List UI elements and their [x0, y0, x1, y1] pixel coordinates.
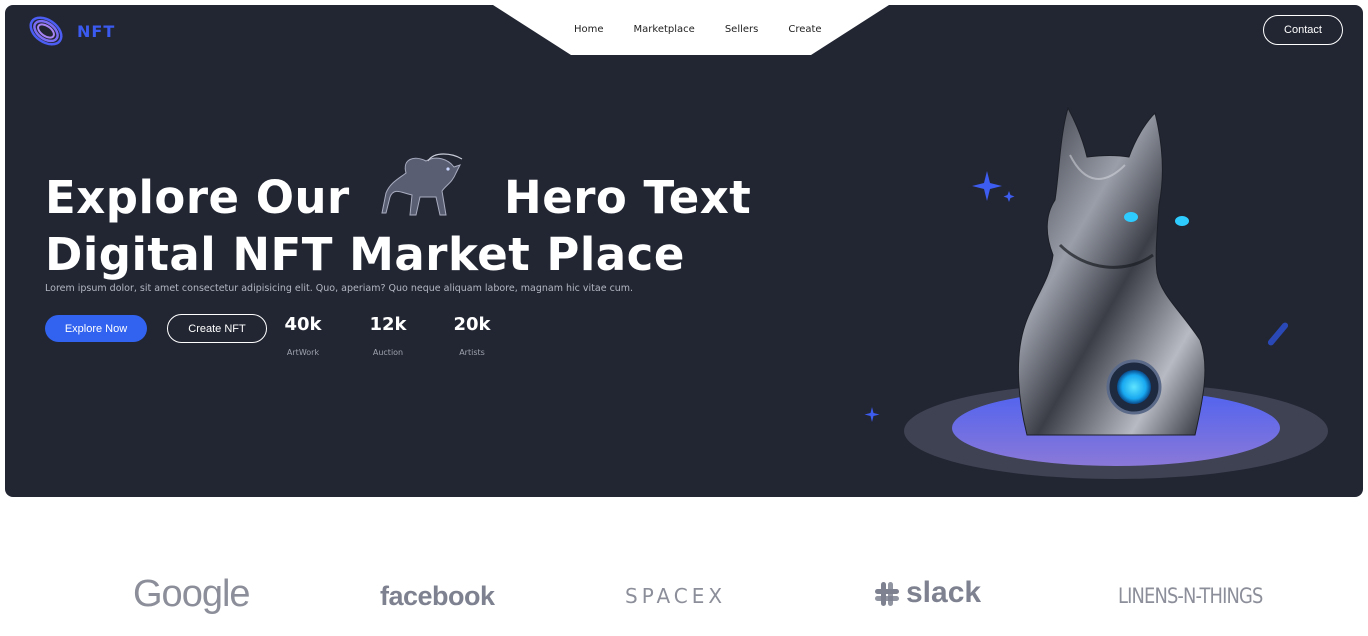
- nav-marketplace[interactable]: Marketplace: [634, 24, 695, 35]
- explore-now-button[interactable]: Explore Now: [45, 315, 147, 342]
- sparkle-icon: [864, 171, 1015, 422]
- partner-logos: Google facebook SPACEX slack LINENS-N-TH…: [0, 560, 1368, 636]
- spacex-logo: SPACEX: [625, 584, 727, 608]
- robot-wolf-image: [381, 153, 463, 216]
- nav-home[interactable]: Home: [574, 24, 604, 35]
- stat-value: 12k: [369, 314, 407, 335]
- hero-description: Lorem ipsum dolor, sit amet consectetur …: [45, 283, 634, 294]
- logo-rings-icon: [29, 16, 63, 46]
- stat-value: 20k: [453, 314, 491, 335]
- logo-text: NFT: [77, 21, 116, 41]
- stat-artists: 20k Artists: [442, 314, 502, 357]
- hero-title-part-1: Explore Our: [45, 171, 350, 224]
- stat-label: Artists: [459, 348, 485, 357]
- stat-artwork: 40k ArtWork: [273, 314, 333, 357]
- google-logo: Google: [133, 573, 251, 615]
- hero-title-part-2: Hero Text: [504, 171, 752, 224]
- slack-hash-icon: [875, 582, 899, 606]
- stat-label: ArtWork: [286, 348, 320, 357]
- linens-n-things-logo: LINENS-N-THINGS: [1118, 584, 1263, 608]
- slack-logo: slack: [872, 576, 981, 610]
- hero-title-line-2: Digital NFT Market Place: [45, 228, 685, 281]
- stat-value: 40k: [284, 314, 322, 335]
- stat-auction: 12k Auction: [358, 314, 418, 357]
- nft-dog-statue-image: [864, 106, 1328, 479]
- nav-sellers[interactable]: Sellers: [725, 24, 759, 35]
- main-nav: Home Marketplace Sellers Create: [565, 24, 822, 35]
- stat-label: Auction: [372, 348, 404, 357]
- facebook-logo: facebook: [380, 581, 495, 611]
- logo[interactable]: NFT: [27, 13, 115, 49]
- contact-button[interactable]: Contact: [1263, 15, 1343, 45]
- nav-create[interactable]: Create: [788, 24, 821, 35]
- hero-title: Explore Our Hero Text Digital NFT Market…: [45, 153, 751, 283]
- create-nft-button[interactable]: Create NFT: [167, 314, 267, 343]
- hero-banner: NFT Home Marketplace Sellers Create Cont…: [5, 5, 1363, 497]
- slack-wordmark: slack: [906, 576, 982, 609]
